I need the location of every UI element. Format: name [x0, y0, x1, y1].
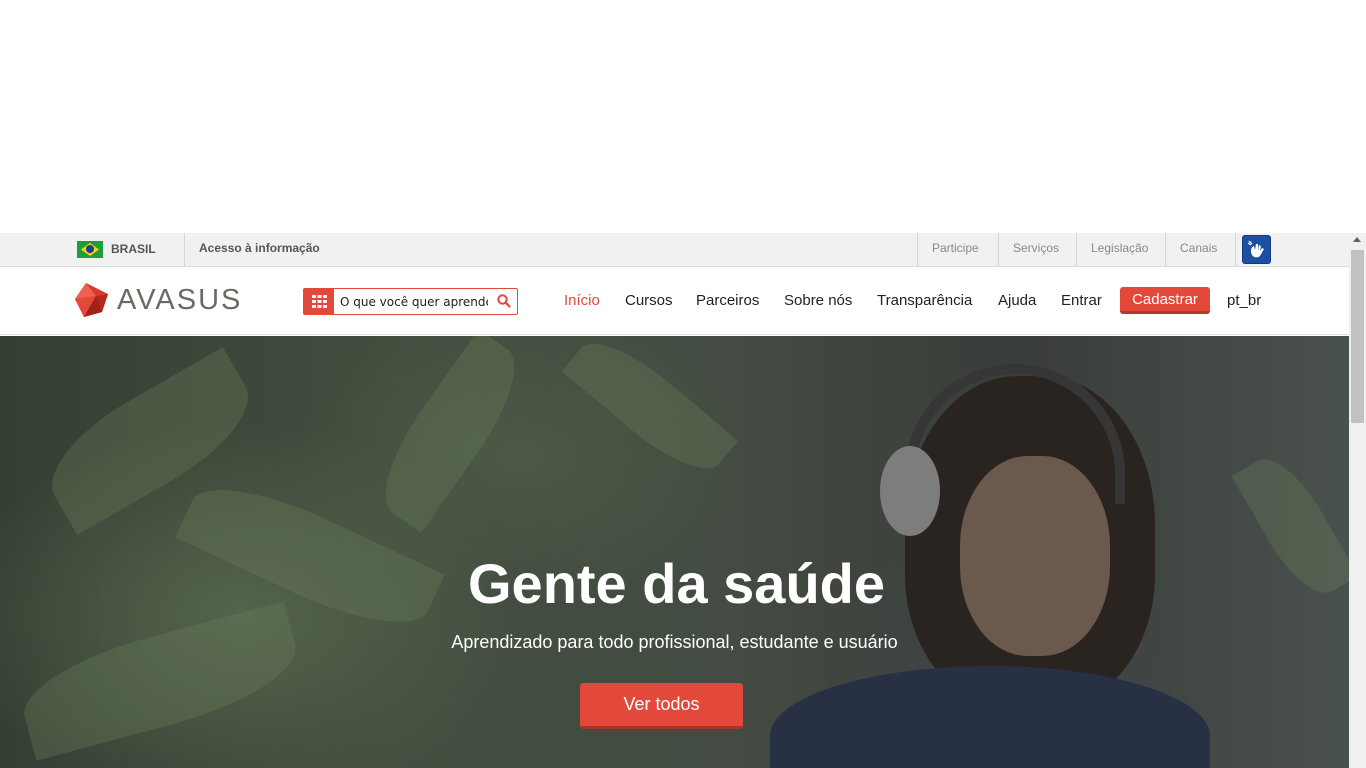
cadastrar-button[interactable]: Cadastrar — [1120, 287, 1210, 314]
nav-entrar[interactable]: Entrar — [1061, 292, 1102, 309]
search-input[interactable] — [340, 293, 488, 311]
nav-parceiros[interactable]: Parceiros — [696, 292, 759, 309]
divider — [917, 233, 918, 266]
nav-transparencia[interactable]: Transparência — [877, 292, 972, 309]
site-header: AVASUS Início Cursos Parceiros Sobre nós — [0, 267, 1349, 335]
gov-link-servicos[interactable]: Serviços — [1013, 241, 1059, 255]
blank-area — [0, 0, 1366, 233]
page: BRASIL Acesso à informação Participe Ser… — [0, 0, 1366, 768]
brasil-flag-icon[interactable] — [77, 241, 103, 258]
hero-subtitle: Aprendizado para todo profissional, estu… — [451, 632, 898, 652]
scroll-up-icon[interactable] — [1353, 237, 1361, 242]
search-icon[interactable] — [497, 294, 511, 313]
divider — [1235, 233, 1236, 266]
divider — [1165, 233, 1166, 266]
divider — [1076, 233, 1077, 266]
grid-menu-icon[interactable] — [304, 289, 334, 314]
avasus-logo-icon[interactable] — [74, 282, 110, 323]
search-box — [303, 288, 518, 315]
logo-text-sus: SUS — [176, 284, 243, 316]
hand-sign-icon[interactable] — [1242, 235, 1271, 264]
page-scrollbar[interactable] — [1349, 233, 1366, 768]
hero-banner: Gente da saúde Aprendizado para todo pro… — [0, 336, 1349, 768]
ver-todos-button[interactable]: Ver todos — [580, 683, 743, 729]
acesso-informacao-link[interactable]: Acesso à informação — [199, 241, 320, 255]
scrollbar-thumb[interactable] — [1351, 250, 1364, 423]
language-selector[interactable]: pt_br — [1227, 292, 1261, 309]
gov-link-canais[interactable]: Canais — [1180, 241, 1217, 255]
gov-bar: BRASIL Acesso à informação Participe Ser… — [0, 233, 1349, 267]
logo-text-ava: AVA — [117, 284, 177, 316]
divider — [998, 233, 999, 266]
gov-link-participe[interactable]: Participe — [932, 241, 979, 255]
nav-inicio[interactable]: Início — [564, 292, 600, 309]
avasus-logo-text[interactable]: AVASUS — [117, 284, 242, 317]
gov-link-legislacao[interactable]: Legislação — [1091, 241, 1148, 255]
hero-title: Gente da saúde — [467, 552, 886, 615]
divider — [184, 233, 185, 266]
nav-cursos[interactable]: Cursos — [625, 292, 673, 309]
gov-brasil-link[interactable]: BRASIL — [111, 242, 156, 256]
nav-sobre-nos[interactable]: Sobre nós — [784, 292, 852, 309]
nav-ajuda[interactable]: Ajuda — [998, 292, 1036, 309]
